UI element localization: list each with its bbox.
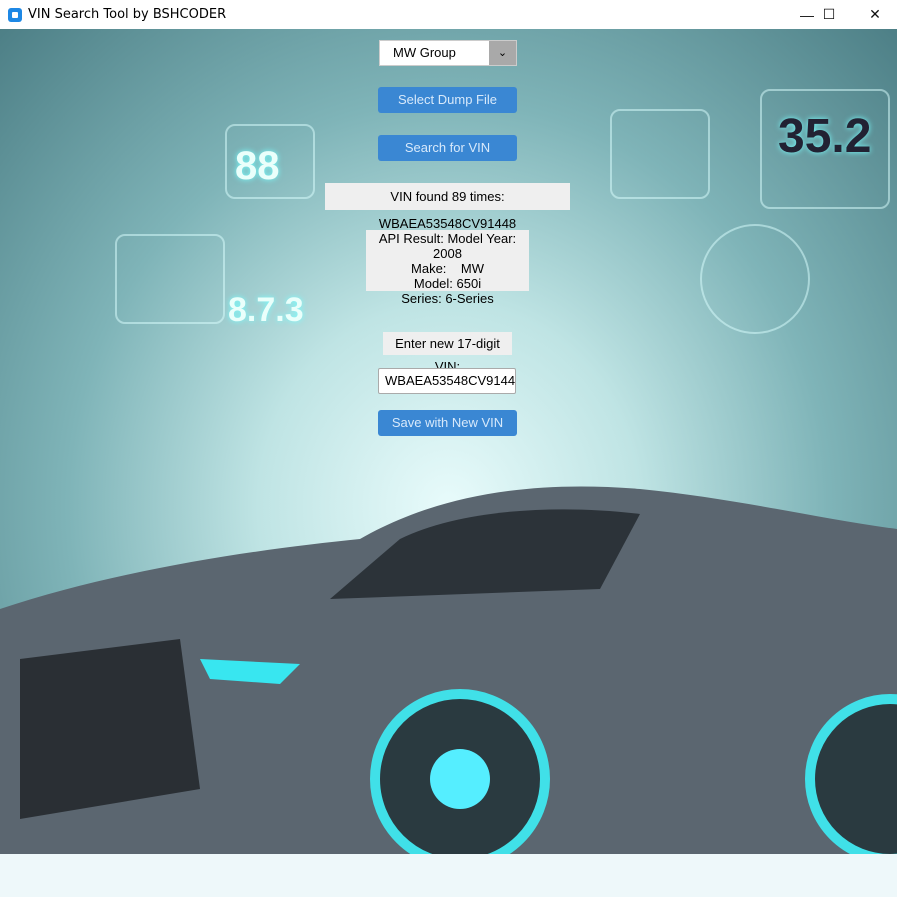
app-icon	[8, 7, 22, 22]
maximize-button[interactable]: ☐	[809, 0, 849, 29]
new-vin-input[interactable]: WBAEA53548CV91448	[378, 368, 516, 394]
api-result-line: Series: 6-Series	[401, 291, 494, 306]
save-new-vin-button[interactable]: Save with New VIN	[378, 410, 517, 436]
api-result-line: Model: 650i	[413, 276, 482, 291]
chevron-down-icon[interactable]: ⌄	[489, 41, 516, 65]
hud-number: 35.2	[778, 110, 872, 163]
new-vin-label: Enter new 17-digit VIN:	[383, 332, 512, 374]
search-vin-button[interactable]: Search for VIN	[378, 135, 517, 161]
manufacturer-dropdown[interactable]: MW Group ⌄	[379, 40, 517, 66]
title-bar: VIN Search Tool by BSHCODER — ☐ ✕	[0, 0, 897, 29]
background-image: 88 35.2 8.7.3 MW Group ⌄ Select Dump Fil…	[0, 29, 897, 897]
api-result-line: API Result: Model Year: 2008	[378, 231, 517, 261]
select-dump-file-button[interactable]: Select Dump File	[378, 87, 517, 113]
hud-number: 8.7.3	[228, 291, 304, 329]
hud-gauge	[700, 224, 810, 334]
car-illustration	[0, 486, 897, 897]
window-title: VIN Search Tool by BSHCODER	[28, 7, 227, 22]
hud-panel	[610, 109, 710, 199]
hud-panel	[115, 234, 225, 324]
api-result-label: API Result: Model Year: 2008 Make: MW Mo…	[366, 230, 529, 306]
dropdown-value: MW Group	[393, 45, 456, 60]
close-button[interactable]: ✕	[855, 0, 895, 29]
api-result-line: Make: MW	[411, 261, 484, 276]
hud-number: 88	[235, 144, 280, 188]
vin-found-label: VIN found 89 times: WBAEA53548CV91448	[325, 183, 570, 231]
